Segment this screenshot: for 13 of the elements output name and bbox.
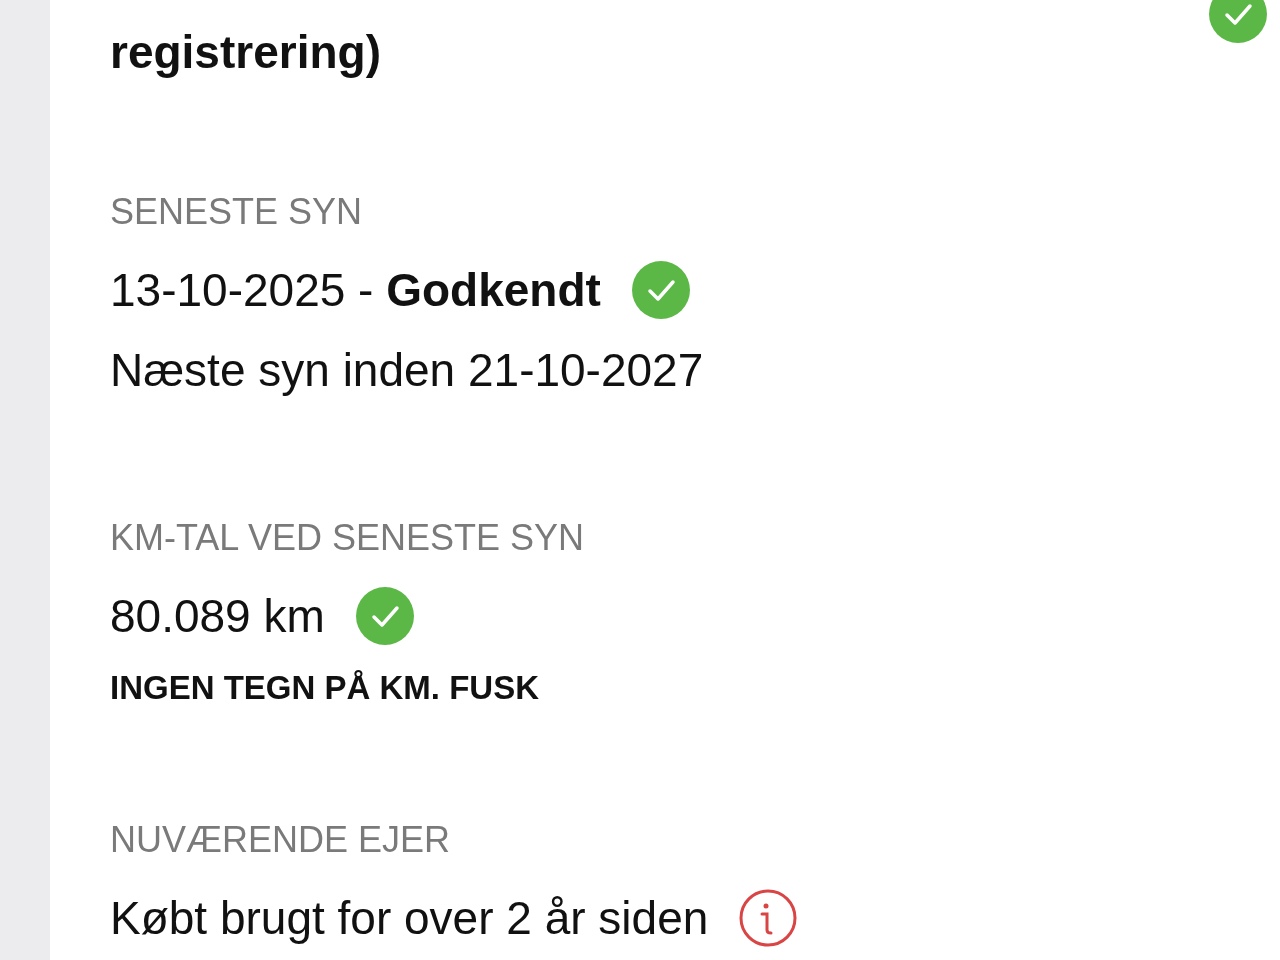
section-label: SENESTE SYN <box>110 190 363 234</box>
check-icon <box>354 586 415 646</box>
check-icon <box>1208 0 1268 44</box>
check-icon <box>630 260 691 320</box>
value-text: 80.089 km <box>110 589 325 644</box>
value-text: Købt brugt for over 2 år siden <box>110 891 709 946</box>
note-text: INGEN TEGN PÅ KM. FUSK <box>110 668 540 708</box>
info-icon[interactable] <box>738 888 799 948</box>
value-text: Næste syn inden 21-10-2027 <box>110 343 704 398</box>
section-label: NUVÆRENDE EJER <box>110 818 451 862</box>
value-text: 13-10-2025 - Godkendt <box>110 263 601 318</box>
heading-text: registrering) <box>110 25 381 80</box>
section-label: KM-TAL VED SENESTE SYN <box>110 516 585 560</box>
